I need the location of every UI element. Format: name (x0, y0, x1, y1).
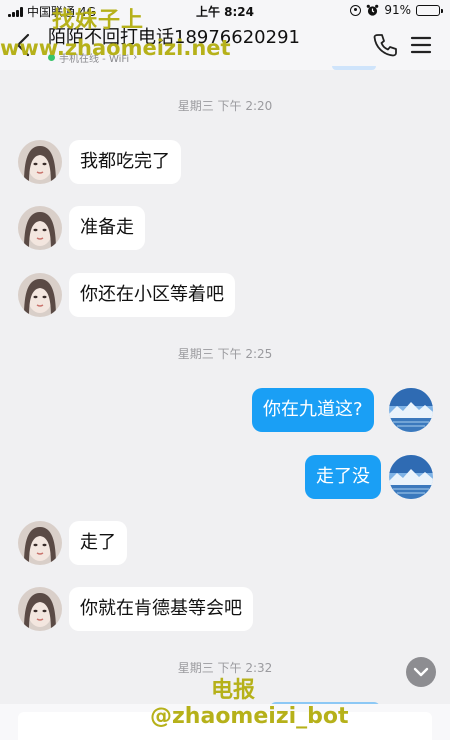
back-arrow-icon[interactable] (12, 30, 36, 60)
status-right: 91% (350, 3, 443, 17)
contact-name: 陌陌不回打电话18976620291 (48, 27, 300, 48)
message-bubble-outgoing[interactable]: 你在九道这? (252, 388, 374, 432)
contact-avatar[interactable] (18, 587, 62, 631)
message-peek (332, 66, 376, 70)
message-bubble-incoming[interactable]: 准备走 (69, 206, 145, 250)
chevron-right-icon: › (133, 52, 138, 63)
battery-icon (416, 4, 443, 16)
contact-avatar[interactable] (18, 206, 62, 250)
menu-icon[interactable] (410, 34, 432, 56)
contact-avatar[interactable] (18, 140, 62, 184)
online-status[interactable]: 手机在线 - WiFi › (48, 50, 137, 65)
my-avatar[interactable] (389, 388, 433, 432)
chat-header: 陌陌不回打电话18976620291 手机在线 - WiFi › (0, 22, 450, 70)
status-bar: 中国联通 4G 上午 8:24 91% (0, 0, 450, 22)
timestamp: 星期三 下午 2:20 (177, 99, 273, 113)
lock-rotation-icon (350, 4, 362, 16)
scroll-to-bottom-button[interactable] (406, 657, 436, 687)
contact-avatar[interactable] (18, 273, 62, 317)
message-bubble-incoming[interactable]: 走了 (69, 521, 127, 565)
watermark-text: 电报 (211, 678, 256, 703)
message-bubble-incoming[interactable]: 你就在肯德基等会吧 (69, 587, 253, 631)
battery-percent: 91% (384, 3, 411, 17)
timestamp: 星期三 下午 2:32 (177, 661, 273, 675)
alarm-icon (367, 4, 379, 16)
online-dot-icon (48, 54, 55, 61)
my-avatar[interactable] (389, 455, 433, 499)
message-bubble-incoming[interactable]: 我都吃完了 (69, 140, 181, 184)
input-bar (0, 704, 450, 740)
message-bubble-outgoing[interactable]: 走了没 (305, 455, 381, 499)
online-status-text: 手机在线 - WiFi (59, 54, 130, 65)
message-bubble-incoming[interactable]: 你还在小区等着吧 (69, 273, 235, 317)
contact-avatar[interactable] (18, 521, 62, 565)
message-input[interactable] (18, 712, 432, 740)
chevron-down-icon (413, 667, 429, 677)
phone-icon[interactable] (372, 32, 398, 58)
timestamp: 星期三 下午 2:25 (177, 347, 273, 361)
